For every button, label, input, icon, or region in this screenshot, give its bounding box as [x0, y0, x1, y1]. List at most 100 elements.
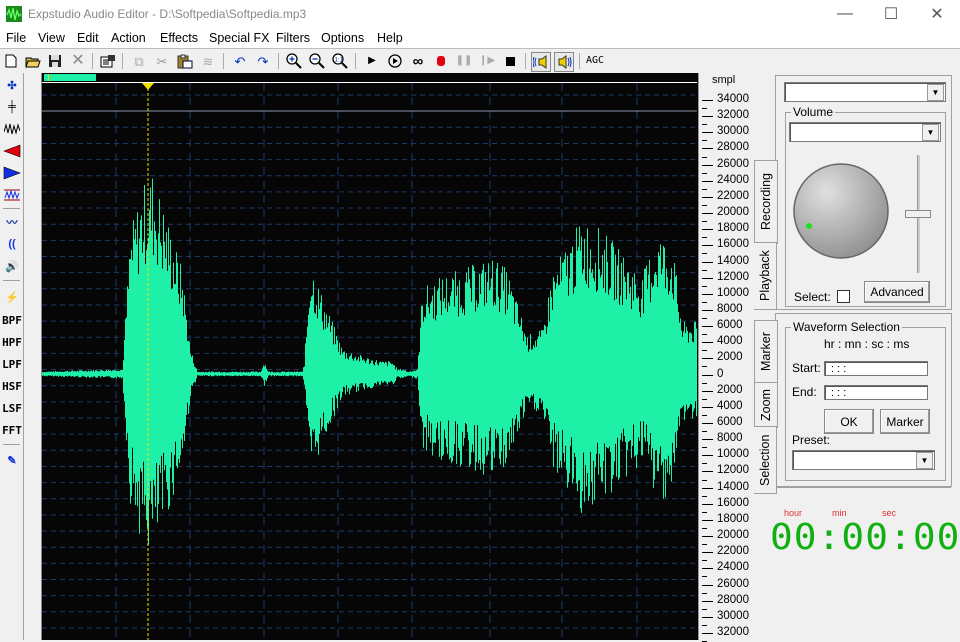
- normalize-icon[interactable]: [2, 186, 22, 204]
- ruler-major-tick: [702, 600, 713, 602]
- marker-button[interactable]: Marker: [880, 409, 930, 434]
- volume-source-select[interactable]: ▼: [789, 122, 941, 142]
- cut-icon[interactable]: ✂: [153, 52, 171, 70]
- ruler-major-tick: [702, 245, 713, 247]
- tool-divider: [3, 208, 20, 209]
- new-file-icon[interactable]: [2, 52, 20, 70]
- ruler-major-tick: [702, 309, 713, 311]
- waveform-path: [42, 178, 697, 545]
- menu-options[interactable]: Options: [321, 31, 364, 45]
- stop-icon[interactable]: [501, 52, 519, 70]
- volume-knob[interactable]: [792, 163, 892, 263]
- start-field[interactable]: : : :: [824, 361, 928, 376]
- fade-out-icon[interactable]: [2, 164, 22, 182]
- lpf-button[interactable]: LPF: [2, 355, 22, 373]
- preset-select[interactable]: ▼: [792, 450, 935, 470]
- overview-bar[interactable]: [42, 73, 697, 83]
- select-all-icon[interactable]: ✣: [2, 76, 22, 94]
- fade-in-icon[interactable]: [2, 142, 22, 160]
- ok-button[interactable]: OK: [824, 409, 874, 434]
- ruler-minor-tick: [702, 414, 707, 416]
- tab-recording[interactable]: Recording: [754, 160, 778, 244]
- copy-icon[interactable]: ⧉: [130, 52, 148, 70]
- reverb-icon[interactable]: ((: [2, 235, 22, 253]
- volume-group-label: Volume: [791, 105, 836, 119]
- zoom-fit-icon[interactable]: 1:1: [331, 52, 349, 70]
- undo-icon[interactable]: ↶: [231, 52, 249, 70]
- device-select[interactable]: ▼: [784, 82, 946, 102]
- ruler-label: 24000: [717, 173, 749, 186]
- ruler-major-tick: [702, 213, 713, 215]
- play-icon[interactable]: ▶: [363, 52, 381, 70]
- zoom-out-icon[interactable]: [308, 52, 326, 70]
- minimize-button[interactable]: —: [822, 0, 868, 28]
- menu-action[interactable]: Action: [111, 31, 146, 45]
- waveform-selection-label: Waveform Selection: [791, 320, 902, 334]
- fft-button[interactable]: FFT: [2, 421, 22, 439]
- speaker-right-icon[interactable]: [554, 52, 574, 72]
- advanced-button[interactable]: Advanced: [864, 281, 930, 303]
- menu-edit[interactable]: Edit: [77, 31, 99, 45]
- ruler-major-tick: [702, 406, 713, 408]
- save-icon[interactable]: [46, 52, 64, 70]
- time-format-label: hr : mn : sc : ms: [824, 337, 910, 351]
- panel-divider: [776, 486, 951, 488]
- noise-icon[interactable]: 🔊: [2, 257, 22, 275]
- ruler-major-tick: [702, 164, 713, 166]
- zoom-in-icon[interactable]: [285, 52, 303, 70]
- knob-indicator: [806, 223, 812, 229]
- ruler-label: 20000: [717, 206, 749, 219]
- tab-selection[interactable]: Selection: [754, 426, 777, 494]
- ruler-label: 14000: [717, 254, 749, 267]
- menu-filters[interactable]: Filters: [276, 31, 310, 45]
- loop-icon[interactable]: ∞: [409, 52, 427, 70]
- edit-pencil-icon[interactable]: ✎: [2, 451, 22, 469]
- ruler-minor-tick: [702, 608, 707, 610]
- lsf-button[interactable]: LSF: [2, 399, 22, 417]
- waveform-canvas[interactable]: [42, 83, 697, 640]
- hsf-button[interactable]: HSF: [2, 377, 22, 395]
- tab-zoom-label: Zoom: [759, 389, 773, 421]
- ruler-minor-tick: [702, 124, 707, 126]
- chevron-down-icon[interactable]: ▼: [922, 124, 939, 141]
- menu-file[interactable]: File: [6, 31, 26, 45]
- step-icon[interactable]: ❙▶: [478, 52, 496, 70]
- pause-icon[interactable]: ❚❚: [455, 52, 473, 70]
- select-checkbox[interactable]: [837, 290, 850, 303]
- toolbar-divider: [579, 53, 580, 69]
- menu-help[interactable]: Help: [377, 31, 403, 45]
- hpf-button[interactable]: HPF: [2, 333, 22, 351]
- end-field[interactable]: : : :: [824, 385, 928, 400]
- paste-icon[interactable]: [176, 52, 194, 70]
- chevron-down-icon[interactable]: ▼: [916, 452, 933, 469]
- cursor-position-icon[interactable]: ╪: [2, 98, 22, 116]
- echo-icon[interactable]: 〰: [2, 213, 22, 231]
- redo-icon[interactable]: ↷: [254, 52, 272, 70]
- open-folder-icon[interactable]: [24, 52, 42, 70]
- record-icon[interactable]: [432, 52, 450, 70]
- menu-effects[interactable]: Effects: [160, 31, 198, 45]
- speaker-left-icon[interactable]: [531, 52, 551, 72]
- time-display: 00:00:00.2: [770, 517, 960, 558]
- menu-special-fx[interactable]: Special FX: [209, 31, 269, 45]
- bpf-button[interactable]: BPF: [2, 311, 22, 329]
- properties-icon[interactable]: [99, 52, 117, 70]
- tab-marker[interactable]: Marker: [754, 320, 778, 384]
- ruler-major-tick: [702, 229, 713, 231]
- overview-visible-range[interactable]: [44, 74, 96, 81]
- close-file-icon[interactable]: ✕: [69, 52, 87, 70]
- close-button[interactable]: ✕: [914, 0, 960, 28]
- maximize-button[interactable]: ☐: [868, 0, 914, 28]
- generate-icon[interactable]: ⚡: [2, 288, 22, 306]
- tab-playback[interactable]: Playback: [754, 242, 777, 310]
- waveform-icon[interactable]: [2, 120, 22, 138]
- menu-view[interactable]: View: [38, 31, 65, 45]
- volume-slider-thumb[interactable]: [905, 210, 931, 218]
- agc-button[interactable]: AGC: [584, 52, 606, 70]
- mix-paste-icon[interactable]: ≋: [199, 52, 217, 70]
- chevron-down-icon[interactable]: ▼: [927, 84, 944, 101]
- tool-divider: [3, 280, 20, 281]
- ruler-minor-tick: [702, 624, 707, 626]
- tab-zoom[interactable]: Zoom: [754, 382, 778, 428]
- play-from-cursor-icon[interactable]: [386, 52, 404, 70]
